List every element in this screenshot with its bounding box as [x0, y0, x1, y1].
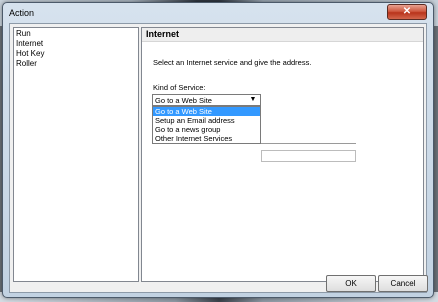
option-setup-email-address[interactable]: Setup an Email address [153, 116, 260, 125]
internet-settings-panel: Internet Select an Internet service and … [141, 27, 424, 282]
option-go-to-web-site[interactable]: Go to a Web Site [153, 107, 260, 116]
option-go-to-news-group[interactable]: Go to a news group [153, 125, 260, 134]
list-item-internet[interactable]: Internet [16, 39, 136, 49]
address-input[interactable] [261, 150, 356, 162]
action-dialog: Action ✕ Run Internet Hot Key Roller Int… [2, 2, 434, 298]
close-button[interactable]: ✕ [387, 4, 427, 20]
list-item-run[interactable]: Run [16, 29, 136, 39]
action-type-list[interactable]: Run Internet Hot Key Roller [13, 27, 139, 282]
cancel-button[interactable]: Cancel [378, 275, 428, 292]
service-type-dropdown-list: Go to a Web Site Setup an Email address … [152, 106, 261, 144]
close-icon: ✕ [402, 6, 412, 17]
panel-title: Internet [142, 28, 423, 42]
instruction-text: Select an Internet service and give the … [153, 58, 312, 67]
option-other-internet-services[interactable]: Other Internet Services [153, 134, 260, 143]
separator-line [261, 143, 356, 144]
window-title: Action [9, 8, 35, 18]
ok-button[interactable]: OK [326, 275, 376, 292]
service-type-value: Go to a Web Site [155, 96, 212, 105]
list-item-hot-key[interactable]: Hot Key [16, 49, 136, 59]
service-type-select[interactable]: Go to a Web Site ▼ [152, 94, 261, 106]
list-item-roller[interactable]: Roller [16, 59, 136, 69]
dialog-client-area: Run Internet Hot Key Roller Internet Sel… [9, 23, 428, 293]
kind-of-service-label: Kind of Service: [153, 83, 206, 92]
chevron-down-icon[interactable]: ▼ [248, 96, 258, 104]
